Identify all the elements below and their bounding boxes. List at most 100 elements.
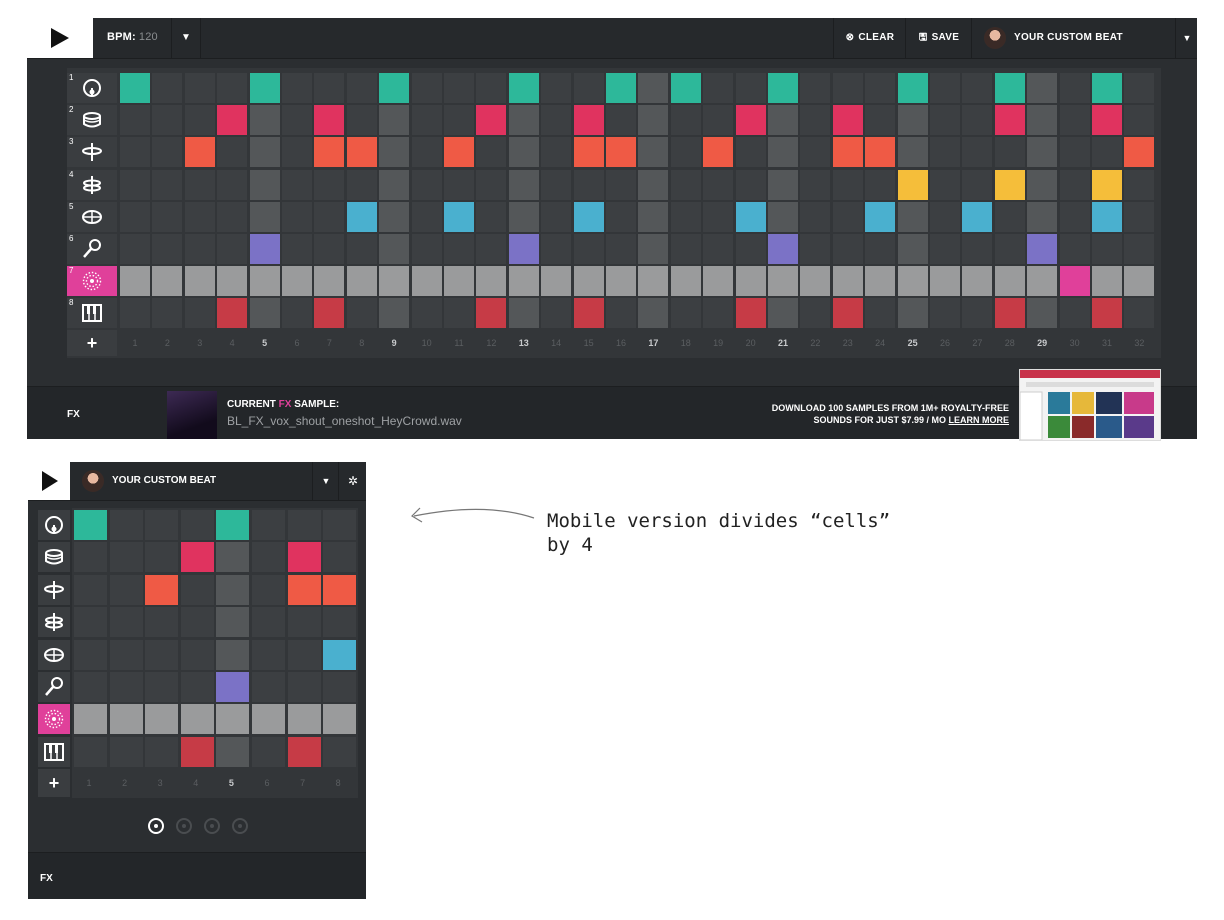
step-cell[interactable]	[74, 510, 107, 540]
step-cell[interactable]	[145, 704, 179, 735]
step-cell[interactable]	[541, 73, 572, 103]
step-cell[interactable]	[184, 169, 215, 200]
step-cell[interactable]	[476, 201, 507, 232]
step-cell[interactable]	[994, 266, 1025, 297]
step-cell[interactable]	[120, 298, 150, 329]
step-cell[interactable]	[411, 137, 442, 168]
step-cell[interactable]	[1059, 298, 1090, 329]
step-cell[interactable]	[323, 639, 357, 670]
save-button[interactable]: 🖫 SAVE	[905, 18, 972, 58]
step-cell[interactable]	[1027, 201, 1058, 232]
step-cell[interactable]	[287, 607, 321, 638]
step-cell[interactable]	[800, 266, 831, 297]
step-cell[interactable]	[287, 704, 321, 735]
step-cell[interactable]	[314, 234, 345, 264]
step-cell[interactable]	[994, 234, 1025, 264]
step-cell[interactable]	[735, 73, 766, 103]
step-cell[interactable]	[573, 73, 604, 103]
step-cell[interactable]	[670, 234, 701, 264]
step-cell[interactable]	[800, 298, 831, 329]
step-cell[interactable]	[541, 169, 572, 200]
step-cell[interactable]	[930, 73, 960, 103]
step-cell[interactable]	[282, 73, 312, 103]
step-cell[interactable]	[508, 234, 539, 264]
step-cell[interactable]	[1124, 105, 1155, 136]
step-cell[interactable]	[573, 105, 604, 136]
step-cell[interactable]	[994, 201, 1025, 232]
page-dot-1[interactable]	[148, 818, 164, 834]
step-cell[interactable]	[865, 169, 896, 200]
step-cell[interactable]	[962, 266, 993, 297]
step-cell[interactable]	[670, 73, 701, 103]
step-cell[interactable]	[109, 736, 143, 767]
step-cell[interactable]	[606, 137, 636, 168]
step-cell[interactable]	[962, 105, 993, 136]
step-cell[interactable]	[249, 73, 280, 103]
step-cell[interactable]	[287, 639, 321, 670]
step-cell[interactable]	[152, 73, 183, 103]
step-cell[interactable]	[476, 105, 507, 136]
step-cell[interactable]	[735, 137, 766, 168]
step-cell[interactable]	[541, 105, 572, 136]
step-cell[interactable]	[1027, 298, 1058, 329]
step-cell[interactable]	[638, 169, 669, 200]
step-cell[interactable]	[379, 266, 410, 297]
step-cell[interactable]	[703, 298, 734, 329]
step-cell[interactable]	[379, 169, 410, 200]
step-cell[interactable]	[180, 542, 214, 573]
step-cell[interactable]	[217, 137, 248, 168]
step-cell[interactable]	[252, 542, 285, 573]
bpm-control[interactable]: BPM: 120	[107, 31, 158, 43]
step-cell[interactable]	[323, 672, 357, 702]
step-cell[interactable]	[832, 234, 863, 264]
step-cell[interactable]	[508, 105, 539, 136]
step-cell[interactable]	[703, 73, 734, 103]
step-cell[interactable]	[216, 510, 250, 540]
step-cell[interactable]	[1092, 73, 1122, 103]
step-cell[interactable]	[109, 574, 143, 605]
step-cell[interactable]	[249, 266, 280, 297]
step-cell[interactable]	[962, 169, 993, 200]
step-cell[interactable]	[379, 137, 410, 168]
step-cell[interactable]	[994, 105, 1025, 136]
track-button-5[interactable]	[38, 639, 70, 670]
step-cell[interactable]	[865, 137, 896, 168]
track-button-4[interactable]: 4	[67, 169, 117, 200]
page-dot-4[interactable]	[232, 818, 248, 834]
step-cell[interactable]	[252, 736, 285, 767]
step-cell[interactable]	[145, 510, 179, 540]
step-cell[interactable]	[379, 105, 410, 136]
step-cell[interactable]	[865, 105, 896, 136]
step-cell[interactable]	[314, 298, 345, 329]
step-cell[interactable]	[1059, 137, 1090, 168]
step-cell[interactable]	[541, 266, 572, 297]
step-cell[interactable]	[217, 266, 248, 297]
step-cell[interactable]	[1027, 169, 1058, 200]
step-cell[interactable]	[930, 234, 960, 264]
step-cell[interactable]	[897, 105, 928, 136]
step-cell[interactable]	[508, 201, 539, 232]
step-cell[interactable]	[216, 574, 250, 605]
step-cell[interactable]	[1027, 266, 1058, 297]
step-cell[interactable]	[346, 169, 377, 200]
step-cell[interactable]	[573, 234, 604, 264]
step-cell[interactable]	[444, 234, 474, 264]
step-cell[interactable]	[184, 234, 215, 264]
step-cell[interactable]	[252, 574, 285, 605]
step-cell[interactable]	[573, 201, 604, 232]
step-cell[interactable]	[411, 266, 442, 297]
step-cell[interactable]	[217, 169, 248, 200]
step-cell[interactable]	[180, 672, 214, 702]
step-cell[interactable]	[217, 105, 248, 136]
step-cell[interactable]	[145, 736, 179, 767]
step-cell[interactable]	[1092, 137, 1122, 168]
step-cell[interactable]	[109, 510, 143, 540]
step-cell[interactable]	[379, 298, 410, 329]
step-cell[interactable]	[1059, 201, 1090, 232]
step-cell[interactable]	[606, 201, 636, 232]
step-cell[interactable]	[411, 73, 442, 103]
step-cell[interactable]	[832, 169, 863, 200]
step-cell[interactable]	[832, 201, 863, 232]
step-cell[interactable]	[180, 704, 214, 735]
step-cell[interactable]	[120, 169, 150, 200]
